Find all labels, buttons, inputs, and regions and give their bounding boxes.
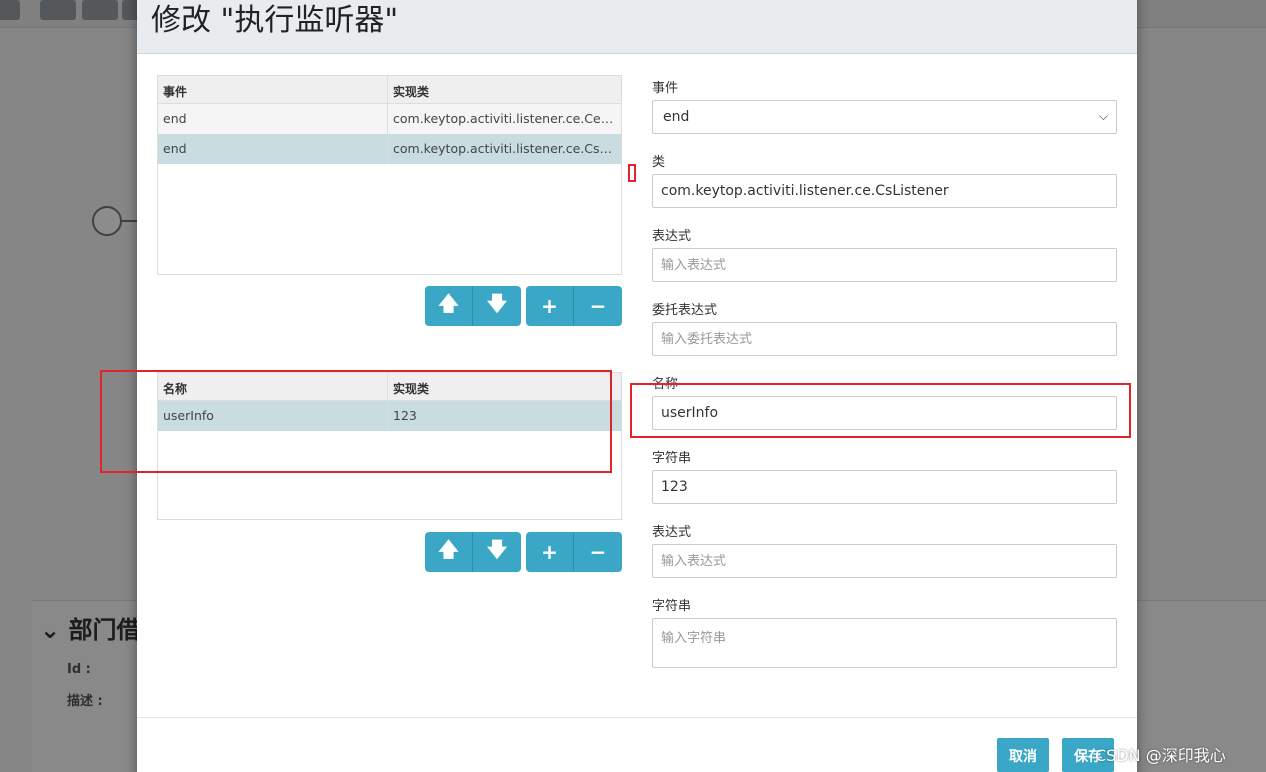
- chevron-down-icon: ⌵: [1098, 109, 1108, 123]
- add-button[interactable]: +: [526, 286, 574, 326]
- cell-event: end: [158, 134, 388, 164]
- add-button[interactable]: +: [526, 532, 574, 572]
- remove-button[interactable]: −: [574, 286, 622, 326]
- move-up-button[interactable]: 🡅: [425, 286, 473, 326]
- column-header-impl: 实现类: [393, 85, 430, 99]
- annotation-box: [630, 383, 1131, 438]
- expression-label: 表达式: [652, 229, 692, 244]
- cell-event: end: [158, 104, 388, 134]
- string-input[interactable]: [652, 470, 1117, 504]
- field-move-buttons: 🡅 🡇: [425, 532, 521, 572]
- string-label: 字符串: [652, 451, 692, 466]
- column-header-event: 事件: [158, 76, 388, 103]
- move-up-button[interactable]: 🡅: [425, 532, 473, 572]
- annotation-box: [100, 370, 612, 473]
- class-input[interactable]: [652, 174, 1117, 208]
- annotation-box: [628, 164, 636, 182]
- cell-impl: com.keytop.activiti.listener.ce.CeDelete…: [393, 111, 621, 126]
- field-string-label: 字符串: [652, 599, 692, 614]
- move-down-button[interactable]: 🡇: [473, 286, 521, 326]
- move-down-button[interactable]: 🡇: [473, 532, 521, 572]
- class-label: 类: [652, 155, 666, 170]
- table-row[interactable]: end com.keytop.activiti.listener.ce.CsLi…: [158, 134, 621, 164]
- field-edit-buttons: + −: [526, 532, 622, 572]
- table-header: 事件 实现类: [158, 76, 621, 104]
- dialog-header: 修改 "执行监听器": [137, 0, 1137, 54]
- field-expression-label: 表达式: [652, 525, 692, 540]
- table-row[interactable]: end com.keytop.activiti.listener.ce.CeDe…: [158, 104, 621, 134]
- event-select[interactable]: end ⌵: [652, 100, 1117, 134]
- field-string-textarea[interactable]: [652, 618, 1117, 668]
- dialog-title: 修改 "执行监听器": [151, 3, 399, 38]
- expression-input[interactable]: [652, 248, 1117, 282]
- cell-impl: com.keytop.activiti.listener.ce.CsListen…: [393, 141, 621, 156]
- listener-edit-buttons: + −: [526, 286, 622, 326]
- cancel-button[interactable]: 取消: [997, 738, 1049, 772]
- delegate-expression-input[interactable]: [652, 322, 1117, 356]
- field-expression-input[interactable]: [652, 544, 1117, 578]
- remove-button[interactable]: −: [574, 532, 622, 572]
- listeners-table: 事件 实现类 end com.keytop.activiti.listener.…: [157, 75, 622, 275]
- delegate-expression-label: 委托表达式: [652, 303, 718, 318]
- event-select-value: end: [663, 109, 690, 125]
- event-label: 事件: [652, 81, 679, 96]
- listener-move-buttons: 🡅 🡇: [425, 286, 521, 326]
- watermark: CSDN @深印我心: [1095, 746, 1226, 765]
- footer-divider: [137, 717, 1137, 718]
